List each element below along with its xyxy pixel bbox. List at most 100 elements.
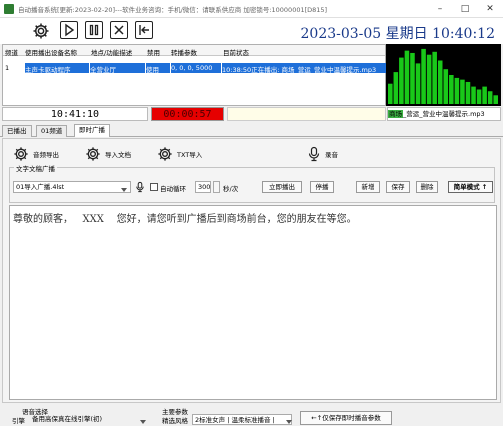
txt-import-label: TXT导入 [177,151,203,159]
audio-export-label: 音频导出 [33,151,59,159]
maximize-button[interactable]: □ [453,2,477,16]
cell-channel: 1 [5,64,10,72]
stop-play-button[interactable]: 停播 [310,181,334,193]
minimize-button[interactable]: – [428,2,452,16]
play-icon [65,23,75,37]
column-header: 转播参数 [171,49,197,57]
auto-loop-checkbox[interactable] [150,183,158,191]
app-icon [4,4,14,14]
channel-table[interactable]: 频道 使用播出设备名称 地点/功能描述 禁用 转播参数 目前状态 1 主声卡驱动… [2,44,386,106]
gear-icon [86,147,100,161]
meter-bar [482,86,487,104]
tab-instant-broadcast[interactable]: 即时广播 [74,124,110,137]
elapsed-time: 00:00:57 [151,107,224,121]
status-bar: 10:41:10 00:00:57 商场_营运_营业中温馨提示.mp3 [0,107,503,121]
import-document-label: 导入文档 [105,151,131,159]
level-meter [386,44,501,106]
cell-device: 主声卡驱动程序 [25,63,89,73]
pause-button[interactable] [85,21,103,39]
meter-bar [487,91,493,104]
tab-played[interactable]: 已播出 [2,125,32,137]
tab-bar: 已播出 01频道 即时广播 [0,124,503,137]
meter-bar [426,54,432,104]
status-message-area [227,107,386,121]
column-header: 地点/功能描述 [91,49,133,57]
delete-button[interactable]: 删除 [416,181,438,193]
meter-bar [493,95,498,104]
import-document-button[interactable]: 导入文档 [85,145,131,163]
settings-gear-icon[interactable] [32,22,50,40]
meter-bar [443,69,449,104]
meter-bar [454,77,460,104]
record-label: 录音 [325,151,338,159]
meter-bar [465,81,471,104]
bottom-params: 语音选择 引擎 备用高保真在线引擎(初) 主要参数 精选风格 2标准女声 | 温… [0,404,503,426]
save-instant-params-button[interactable]: ←↑仅保存即时播音参数 [300,411,392,425]
tab-channel-01[interactable]: 01频道 [36,125,68,137]
gear-icon [14,147,28,161]
gear-icon [158,147,172,161]
audio-export-button[interactable]: 音频导出 [13,145,59,163]
play-button[interactable] [60,21,78,39]
broadcast-text-area[interactable]: 尊敬的顾客， XXX 您好，请您听到广播后到商场前台，您的朋友在等您。 [9,205,497,400]
pause-icon [89,24,99,36]
now-playing-highlight: 商场 [388,110,403,118]
chevron-down-icon[interactable] [286,418,292,426]
column-header: 频道 [5,49,18,57]
microphone-icon[interactable] [135,180,145,194]
meter-bar [437,60,443,104]
new-button[interactable]: 新增 [356,181,380,193]
meter-bar [388,83,393,104]
back-arrow-icon [139,25,149,35]
loop-seconds-spinner[interactable] [213,181,220,193]
meter-bar [393,72,399,104]
column-header: 禁用 [147,49,160,57]
microphone-icon [308,146,320,162]
save-button[interactable]: 保存 [386,181,410,193]
meter-bar [421,48,426,104]
txt-import-button[interactable]: TXT导入 [157,145,202,163]
text-broadcast-group: 文字文稿广播 01导入广播.4lst 自动循环 300 秒/次 立即播出 停播 … [9,163,495,203]
chevron-down-icon [121,185,127,192]
meter-bar [460,79,465,104]
close-button[interactable]: ✕ [478,2,502,16]
now-playing-file: 商场_营运_营业中温馨提示.mp3 [387,107,501,121]
column-header: 目前状态 [223,49,249,57]
table-row[interactable]: 1 主声卡驱动程序 全营业厅 使用 0, 0, 0, 5000 10:38:50… [3,63,386,73]
meter-bar [449,75,454,104]
broadcast-file-select[interactable]: 01导入广播.4lst [13,181,131,193]
meter-bar [399,57,404,104]
play-now-button[interactable]: 立即播出 [262,181,302,193]
chevron-down-icon[interactable] [140,418,146,426]
style-select[interactable]: 2标准女声 | 温柔标准播音 | [192,414,292,425]
cell-params: 0, 0, 0, 5000 [171,63,221,73]
engine-value: 备用高保真在线引擎(初) [32,415,103,423]
cell-disabled: 使用 [146,63,170,73]
meter-bar [410,52,415,104]
meter-bar [471,86,476,104]
meter-bar [404,50,410,104]
current-clock: 10:41:10 [2,107,148,121]
exit-button[interactable] [135,21,153,39]
loop-unit-label: 秒/次 [223,185,239,193]
close-x-icon [114,25,124,35]
group-title: 文字文稿广播 [14,163,57,173]
loop-seconds-input[interactable]: 300 [195,181,211,193]
cell-location: 全营业厅 [90,63,145,73]
record-button[interactable]: 录音 [307,145,338,163]
cell-status: 10:38:50正在播出: 商场_营运_营业中温馨提示.mp3 [222,63,386,73]
meter-bar [432,51,437,104]
now-playing-name: _营运_营业中温馨提示.mp3 [403,110,485,118]
datetime-display: 2023-03-05 星期日 10:40:12 [300,26,496,42]
meter-bar [476,89,482,104]
title-bar: 自动播音系统[更新:2023-02-20]---软件业务咨询：手机/微信：请联系… [0,0,503,18]
meter-bar [415,63,421,104]
broadcast-file-value: 01导入广播.4lst [16,183,65,191]
table-header: 频道 使用播出设备名称 地点/功能描述 禁用 转播参数 目前状态 [3,45,385,57]
engine-select[interactable]: 备用高保真在线引擎(初) [30,414,145,425]
style-value: 2标准女声 | 温柔标准播音 | [195,416,275,424]
instant-broadcast-panel: 音频导出 导入文档 TXT导入 录音 文字文稿广播 01导入广播.4lst 自动… [2,138,501,403]
simple-mode-button[interactable]: 简单模式 ↑ [448,181,493,193]
stop-button[interactable] [110,21,128,39]
toolbar: 2023-03-05 星期日 10:40:12 [0,18,503,44]
